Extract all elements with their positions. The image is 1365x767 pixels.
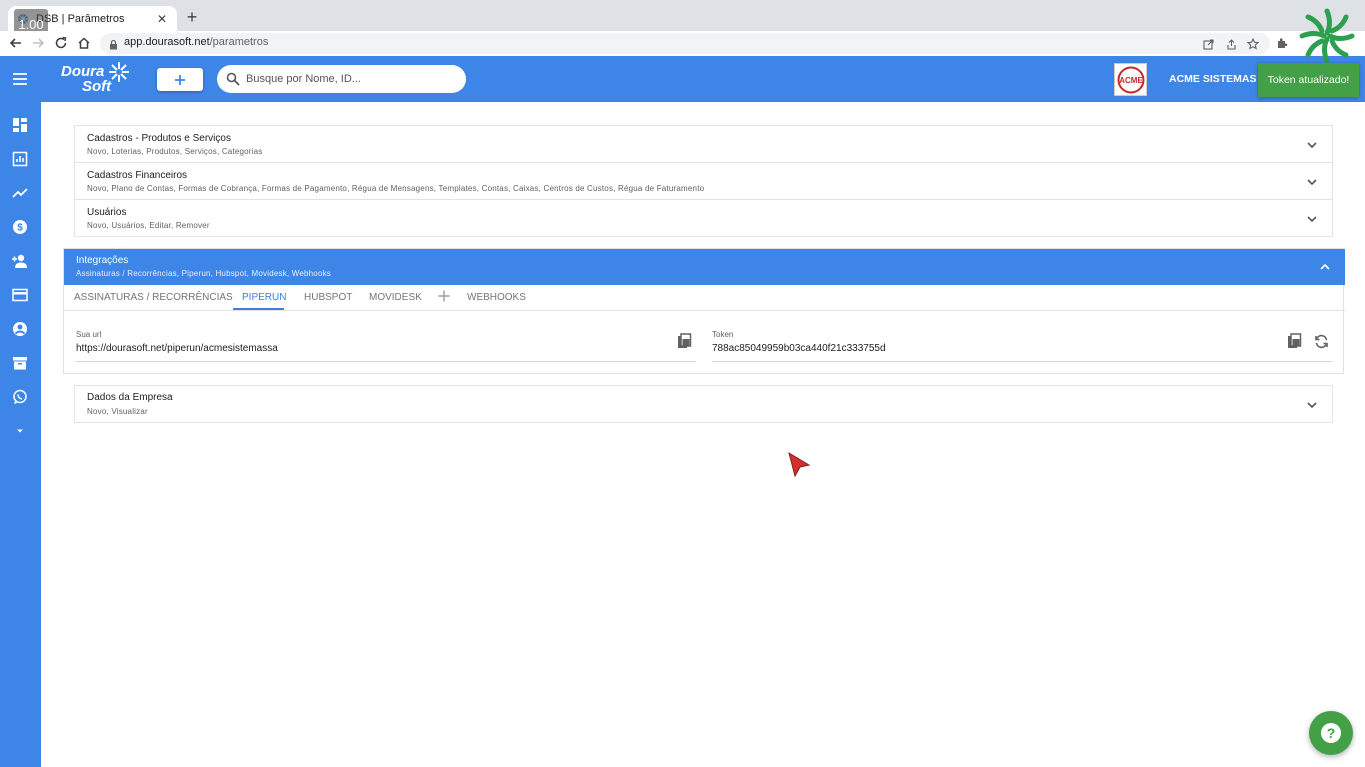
browser-tab-title: DSB | Parâmetros — [36, 12, 125, 25]
svg-text:ACME: ACME — [1119, 76, 1143, 85]
refresh-token-icon[interactable] — [1313, 333, 1329, 349]
extensions-icon[interactable] — [1274, 35, 1290, 51]
credit-card-icon[interactable] — [11, 286, 29, 304]
app-header: Doura Soft ACME ACME SISTEMAS S. — [0, 56, 1365, 102]
settings-panel-group: Cadastros - Produtos e Serviços Novo, Lo… — [74, 125, 1333, 237]
svg-text:$: $ — [17, 223, 23, 234]
chevron-down-icon[interactable] — [1306, 176, 1318, 188]
url-field-underline — [76, 361, 696, 362]
lock-icon — [109, 37, 118, 55]
section-title: Usuários — [87, 207, 127, 218]
mouse-cursor-icon — [788, 452, 811, 478]
browser-toolbar: app.dourasoft.net/parametros — [0, 31, 1365, 56]
logo-sun-icon — [109, 62, 129, 82]
active-tab-indicator — [233, 308, 284, 310]
tab-hubspot[interactable]: HUBSPOT — [304, 292, 352, 303]
tab-piperun[interactable]: PIPERUN — [242, 292, 286, 303]
section-subtitle: Novo, Loterias, Produtos, Serviços, Cate… — [87, 147, 263, 156]
section-title: Dados da Empresa — [87, 392, 173, 403]
section-subtitle: Assinaturas / Recorrências, Piperun, Hub… — [76, 269, 331, 278]
section-title: Integrações — [76, 255, 129, 266]
token-field-label: Token — [712, 330, 734, 339]
url-field[interactable]: https://dourasoft.net/piperun/acmesistem… — [76, 343, 278, 354]
dashboard-icon[interactable] — [11, 116, 29, 134]
tab-add-icon[interactable] — [437, 289, 451, 303]
home-icon[interactable] — [76, 35, 92, 51]
bookmark-star-icon[interactable] — [1245, 36, 1261, 52]
svg-text:?: ? — [1327, 725, 1336, 741]
copy-url-icon[interactable] — [676, 333, 692, 349]
reload-icon[interactable] — [53, 35, 69, 51]
whatsapp-icon[interactable] — [11, 388, 29, 406]
section-subtitle: Novo, Visualizar — [87, 407, 148, 416]
sidebar: $ — [0, 102, 41, 767]
money-icon[interactable]: $ — [11, 218, 29, 236]
plus-icon — [175, 74, 185, 85]
hamburger-menu-icon[interactable] — [10, 69, 30, 89]
report-icon[interactable] — [11, 150, 29, 168]
url-field-label: Sua url — [76, 330, 102, 339]
token-field-underline — [712, 361, 1332, 362]
integracoes-header[interactable]: Integrações Assinaturas / Recorrências, … — [64, 249, 1345, 285]
add-person-icon[interactable] — [11, 252, 29, 270]
copy-token-icon[interactable] — [1286, 333, 1302, 349]
search-box[interactable] — [217, 65, 466, 93]
close-tab-icon[interactable]: ✕ — [155, 12, 169, 26]
new-tab-icon[interactable]: + — [184, 8, 200, 26]
company-logo[interactable]: ACME — [1114, 63, 1147, 96]
back-icon[interactable] — [8, 35, 24, 51]
chevron-down-icon[interactable] — [1306, 139, 1318, 151]
integration-tabs: ASSINATURAS / RECORRÊNCIAS PIPERUN HUBSP… — [64, 285, 1345, 311]
section-title: Cadastros - Produtos e Serviços — [87, 133, 231, 144]
section-title: Cadastros Financeiros — [87, 170, 188, 181]
search-input[interactable] — [246, 73, 446, 85]
trending-icon[interactable] — [11, 184, 29, 202]
chevron-down-icon[interactable] — [1306, 399, 1318, 411]
archive-icon[interactable] — [11, 354, 29, 372]
account-circle-icon[interactable] — [11, 320, 29, 338]
browser-tab-strip: DSB | Parâmetros ✕ 1.00 + — [0, 0, 1365, 40]
tab-webhooks[interactable]: WEBHOOKS — [467, 292, 526, 303]
chevron-up-icon[interactable] — [1319, 261, 1331, 273]
tab-assinaturas[interactable]: ASSINATURAS / RECORRÊNCIAS — [74, 292, 233, 303]
section-subtitle: Novo, Usuários, Editar, Remover — [87, 221, 210, 230]
toast-notification: Token atualizado! — [1258, 63, 1359, 97]
token-field[interactable]: 788ac85049959b03ca440f21c333755d — [712, 343, 886, 354]
url-text: app.dourasoft.net/parametros — [124, 36, 269, 48]
help-icon: ? — [1321, 723, 1341, 743]
help-button[interactable]: ? — [1309, 711, 1353, 755]
section-produtos-servicos[interactable]: Cadastros - Produtos e Serviços Novo, Lo… — [75, 126, 1332, 163]
section-dados-empresa-panel: Dados da Empresa Novo, Visualizar — [74, 385, 1333, 423]
share-icon[interactable] — [1223, 36, 1239, 52]
address-bar[interactable]: app.dourasoft.net/parametros — [100, 33, 1270, 54]
section-subtitle: Novo, Plano de Contas, Formas de Cobranç… — [87, 184, 705, 193]
add-button[interactable] — [157, 68, 203, 91]
search-icon — [226, 72, 240, 86]
forward-icon[interactable] — [30, 35, 46, 51]
open-external-icon[interactable] — [1200, 36, 1216, 52]
company-name[interactable]: ACME SISTEMAS S. — [1169, 73, 1269, 85]
section-financeiros[interactable]: Cadastros Financeiros Novo, Plano de Con… — [75, 163, 1332, 200]
dourasoft-logo[interactable]: Doura Soft — [58, 61, 132, 97]
expand-more-icon[interactable] — [11, 422, 29, 440]
section-integracoes: Integrações Assinaturas / Recorrências, … — [63, 248, 1345, 374]
tab-movidesk[interactable]: MOVIDESK — [369, 292, 422, 303]
section-dados-empresa[interactable]: Dados da Empresa Novo, Visualizar — [75, 386, 1332, 422]
chevron-down-icon[interactable] — [1306, 213, 1318, 225]
corner-logo-icon — [1299, 8, 1355, 64]
section-usuarios[interactable]: Usuários Novo, Usuários, Editar, Remover — [75, 200, 1332, 237]
